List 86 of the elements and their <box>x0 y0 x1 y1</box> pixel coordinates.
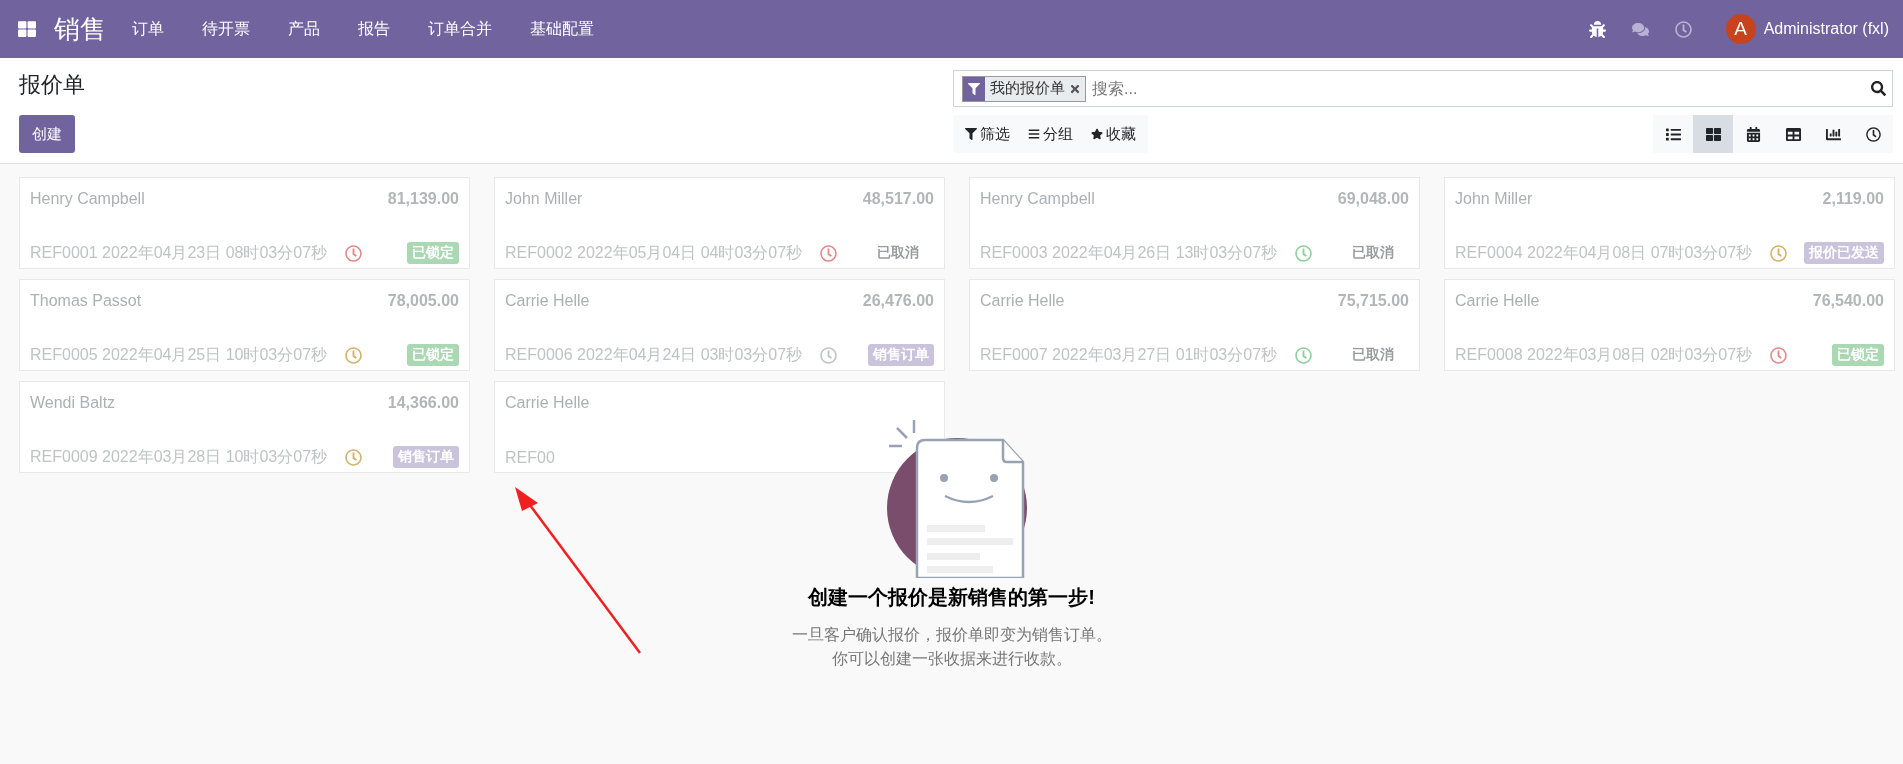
filter-menu-button[interactable]: 分组 <box>1022 124 1079 144</box>
menu-item[interactable]: 订单合并 <box>428 18 492 40</box>
order-reference: REF0001 2022年04月23日 08时03分07秒 <box>30 242 328 263</box>
clock-icon <box>1865 126 1881 142</box>
app-name: 销售 <box>54 12 106 46</box>
customer-name: Carrie Helle <box>505 394 591 413</box>
customer-name: Carrie Helle <box>980 292 1066 311</box>
status-tag: 已锁定 <box>1832 344 1884 366</box>
user-avatar[interactable]: A <box>1725 14 1756 44</box>
search-icon[interactable] <box>1871 81 1886 96</box>
create-button[interactable]: 创建 <box>19 115 75 153</box>
order-reference: REF0005 2022年04月25日 10时03分07秒 <box>30 344 328 365</box>
amount: 2,119.00 <box>1822 190 1884 209</box>
calendar-icon <box>1745 126 1761 142</box>
clock-icon[interactable] <box>820 244 838 262</box>
filter-menu-button[interactable]: 筛选 <box>959 124 1016 144</box>
empty-state-title: 创建一个报价是新销售的第一步! <box>808 585 1095 610</box>
order-reference: REF0004 2022年04月08日 07时03分07秒 <box>1455 242 1753 263</box>
order-reference: REF0002 2022年05月04日 04时03分07秒 <box>505 242 803 263</box>
customer-name: Carrie Helle <box>1455 292 1541 311</box>
customer-name: John Miller <box>505 190 584 209</box>
quotation-card[interactable]: Henry Campbell 69,048.00 REF0003 2022年04月26日 13时03分07秒 已取消 <box>969 177 1420 269</box>
user-name[interactable]: Administrator (fxl) <box>1763 20 1889 38</box>
clock-icon[interactable] <box>345 448 363 466</box>
filter-icon <box>965 128 977 140</box>
table-icon <box>1785 126 1801 142</box>
status-tag: 已取消 <box>872 242 924 264</box>
customer-name: Henry Campbell <box>30 190 146 209</box>
clock-icon[interactable] <box>345 244 363 262</box>
search-field[interactable]: 我的报价单 搜索... <box>953 70 1893 107</box>
order-reference: REF0006 2022年04月24日 03时03分07秒 <box>505 344 803 365</box>
menu-item[interactable]: 基础配置 <box>530 18 594 40</box>
customer-name: Wendi Baltz <box>30 394 117 413</box>
grid-icon <box>1705 126 1721 142</box>
order-reference: REF00 <box>505 449 555 467</box>
menu-item[interactable]: 产品 <box>288 18 320 40</box>
amount: 75,715.00 <box>1337 292 1409 311</box>
empty-state-text: 一旦客户确认报价，报价单即变为销售订单。 <box>791 625 1112 645</box>
clock-icon[interactable] <box>345 346 363 364</box>
amount: 78,005.00 <box>387 292 459 311</box>
clock-icon[interactable] <box>820 346 838 364</box>
status-tag: 已取消 <box>1347 242 1399 264</box>
list-icon <box>1665 126 1681 142</box>
page-title: 报价单 <box>19 71 86 99</box>
amount: 76,540.00 <box>1812 292 1884 311</box>
clock-icon[interactable] <box>1295 244 1313 262</box>
status-tag: 销售订单 <box>868 344 934 366</box>
amount: 26,476.00 <box>862 292 934 311</box>
bar-chart-icon <box>1825 126 1841 142</box>
customer-name: Thomas Passot <box>30 292 143 311</box>
amount: 81,139.00 <box>387 190 459 209</box>
menu-item[interactable]: 订单 <box>132 18 164 40</box>
clock-icon[interactable] <box>1770 244 1788 262</box>
close-icon[interactable] <box>1069 82 1081 95</box>
status-tag: 已取消 <box>1347 344 1399 366</box>
menu-icon <box>1028 128 1040 140</box>
clock-icon[interactable] <box>1674 20 1692 38</box>
customer-name: John Miller <box>1455 190 1534 209</box>
clock-icon[interactable] <box>1770 346 1788 364</box>
clock-icon[interactable] <box>1295 346 1313 364</box>
customer-name: Carrie Helle <box>505 292 591 311</box>
status-tag: 已锁定 <box>407 344 459 366</box>
filter-menu-button[interactable]: 收藏 <box>1085 124 1142 144</box>
star-icon <box>1091 128 1103 140</box>
customer-name: Henry Campbell <box>980 190 1096 209</box>
menu-item[interactable]: 待开票 <box>202 18 250 40</box>
filter-icon <box>963 76 985 101</box>
view-switch-button[interactable] <box>1693 115 1733 153</box>
apps-menu-icon[interactable] <box>18 20 36 38</box>
empty-state-text: 你可以创建一张收据来进行收款。 <box>831 649 1072 669</box>
order-reference: REF0007 2022年03月27日 01时03分07秒 <box>980 344 1278 365</box>
amount: 14,366.00 <box>387 394 459 413</box>
amount: 69,048.00 <box>1337 190 1409 209</box>
order-reference: REF0008 2022年03月08日 02时03分07秒 <box>1455 344 1753 365</box>
amount: 48,517.00 <box>862 190 934 209</box>
quotation-card[interactable]: John Miller 48,517.00 REF0002 2022年05月04日 04时03分07秒 已取消 <box>494 177 945 269</box>
filter-facet[interactable]: 我的报价单 <box>962 75 1086 102</box>
order-reference: REF0009 2022年03月28日 10时03分07秒 <box>30 446 328 467</box>
menu-item[interactable]: 报告 <box>358 18 390 40</box>
chat-icon[interactable] <box>1631 20 1649 38</box>
status-tag: 销售订单 <box>393 446 459 468</box>
order-reference: REF0003 2022年04月26日 13时03分07秒 <box>980 242 1278 263</box>
bug-icon[interactable] <box>1588 20 1606 38</box>
status-tag: 已锁定 <box>407 242 459 264</box>
status-tag: 报价已发送 <box>1804 242 1884 264</box>
quotation-card[interactable]: Carrie Helle 75,715.00 REF0007 2022年03月27日 01时03分07秒 已取消 <box>969 279 1420 371</box>
